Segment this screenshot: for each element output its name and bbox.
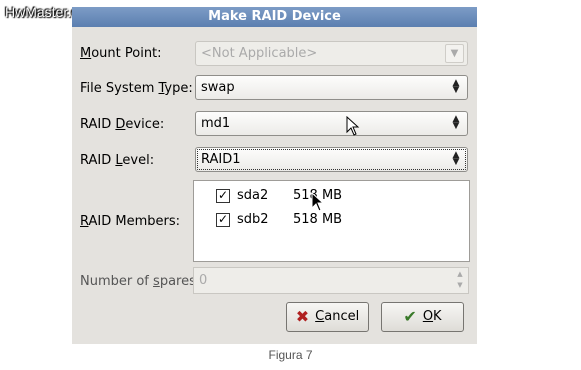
chevron-down-icon[interactable]: ▼ [445,44,464,63]
up-down-arrows-icon: ▲ ▼ [452,150,460,167]
ok-button[interactable]: ✔ OK [381,302,464,332]
up-down-arrows-icon: ▲ ▼ [452,114,460,131]
raid-members-label: RAID Members: [80,214,181,229]
up-down-arrows-icon: ▲ ▼ [452,78,460,95]
raid-level-label: RAID Level: [80,153,155,168]
raid-device-select[interactable]: md1 ▲ ▼ [195,111,468,136]
make-raid-dialog: Make RAID Device Mount Point: <Not Appli… [72,7,477,344]
raid-device-value: md1 [201,116,231,131]
raid-level-value: RAID1 [201,152,241,167]
ok-check-icon: ✔ [403,307,417,326]
member-checkbox[interactable]: ✓ [216,189,230,203]
mount-point-combo[interactable]: <Not Applicable> ▼ [195,41,468,66]
file-system-type-label: File System Type: [80,81,193,96]
file-system-type-value: swap [201,80,235,95]
cancel-x-icon: ✖ [295,307,310,326]
mouse-cursor-icon [346,116,360,136]
figure-caption: Figura 7 [268,348,313,362]
cancel-button[interactable]: ✖ Cancel [286,302,369,332]
mount-point-value: <Not Applicable> [201,46,318,61]
raid-level-select[interactable]: RAID1 ▲ ▼ [195,147,468,172]
window-title: Make RAID Device [72,7,477,27]
mount-point-label: Mount Point: [80,46,162,61]
member-checkbox[interactable]: ✓ [216,213,230,227]
raid-members-list[interactable]: ✓ sda2 518 MB ✓ sdb2 518 MB [193,180,470,262]
spares-spinbox[interactable]: 0 ▲ ▼ [193,267,469,294]
member-name: sdb2 [237,212,269,227]
spares-label: Number of spares: [80,274,201,289]
mouse-cursor-icon [311,192,325,212]
spin-arrows-icon[interactable]: ▲ ▼ [453,269,467,292]
spares-value: 0 [199,273,208,288]
raid-device-label: RAID Device: [80,117,165,132]
member-name: sda2 [237,188,269,203]
member-size: 518 MB [293,212,343,227]
file-system-type-select[interactable]: swap ▲ ▼ [195,75,468,100]
